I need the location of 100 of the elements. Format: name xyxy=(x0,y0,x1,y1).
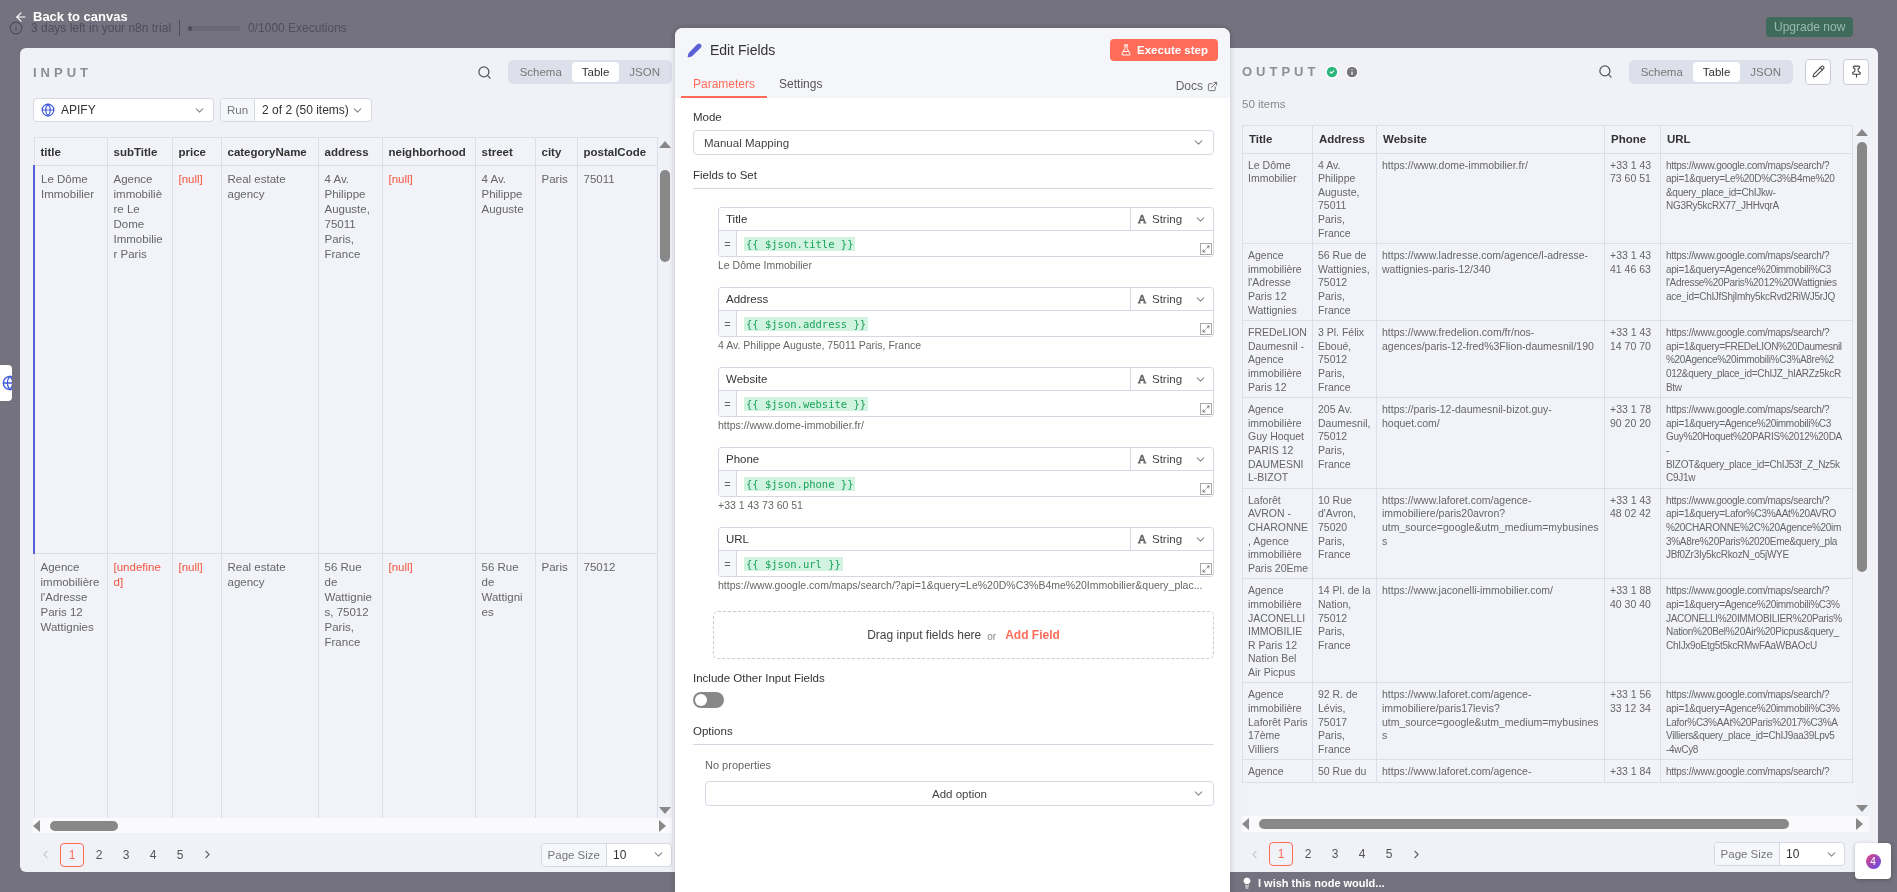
pin-button[interactable] xyxy=(1843,58,1869,85)
page-button[interactable]: 3 xyxy=(1323,842,1347,867)
table-cell: https://www.google.com/maps/search/? api=1&query=FREDeLION%20Daumesnil %20Agence%20immobili%C3%A8re%2 012&query_place_id=ChIJZ_hIARZz5kcR Btw xyxy=(1660,320,1853,398)
table-cell: Agence immobilière Le Dome Immobilier Paris xyxy=(107,165,172,554)
drop-zone[interactable]: Drag input fields here or Add Field xyxy=(713,611,1214,659)
scrollbar-thumb[interactable] xyxy=(50,820,118,831)
scroll-up-icon[interactable] xyxy=(1856,128,1868,136)
type-select[interactable]: String xyxy=(1130,288,1213,310)
font-icon xyxy=(1137,534,1147,544)
field-name-input[interactable]: Address xyxy=(719,288,1130,310)
page-button[interactable]: 4 xyxy=(1350,842,1374,867)
scroll-right-icon[interactable] xyxy=(659,819,666,832)
feedback-link[interactable]: I wish this node would... xyxy=(1258,877,1385,889)
table-cell: 75011 xyxy=(577,165,657,554)
table-cell: Agence xyxy=(1242,759,1313,783)
expand-button[interactable] xyxy=(1200,323,1212,335)
result-preview: https://www.google.com/maps/search/?api=1&query=Le%20D%C3%B4me%20Immobilier&query_plac... xyxy=(718,578,1204,592)
view-tab[interactable]: Schema xyxy=(1630,61,1693,82)
expand-button[interactable] xyxy=(1200,243,1212,255)
node-select[interactable]: APIFY xyxy=(33,98,214,123)
side-tab[interactable] xyxy=(0,365,12,401)
result-preview: +33 1 43 73 60 51 xyxy=(718,498,804,512)
scroll-right-icon[interactable] xyxy=(1856,818,1863,831)
table-cell: Agence immobilière l'Adresse Paris 12 Wattignies xyxy=(1242,243,1313,321)
type-select[interactable]: String xyxy=(1130,528,1213,550)
table-cell: +33 1 78 90 20 20 xyxy=(1604,397,1661,489)
info-icon[interactable] xyxy=(1345,64,1360,79)
table-cell: Le Dôme Immobilier xyxy=(34,165,107,554)
expand-button[interactable] xyxy=(1200,483,1212,495)
column-header: Title xyxy=(1242,125,1313,154)
table-cell: https://www.google.com/maps/search/? api=1&query=Agence%20immobili%C3% JACONELLI%20IMMOBILIER%20Paris% Nation%20Bel%20Air%20Picpus&query_ ChIJx9oEtg5t5kcRMwFAaWBAOcU xyxy=(1660,578,1853,683)
table-cell: Laforêt AVRON - CHARONNE, Agence immobilière Paris 20Eme xyxy=(1242,488,1313,579)
view-tab[interactable]: JSON xyxy=(619,62,670,82)
search-icon[interactable] xyxy=(476,64,492,80)
page-button[interactable]: 2 xyxy=(87,842,111,867)
page-button[interactable]: 2 xyxy=(1296,842,1320,867)
drop-hint: Drag input fields here xyxy=(867,628,982,642)
view-tab[interactable]: JSON xyxy=(1740,61,1791,82)
page-button[interactable]: 4 xyxy=(141,842,165,867)
table-cell: +33 1 56 33 12 34 xyxy=(1604,683,1661,760)
tab[interactable]: Settings xyxy=(767,72,835,98)
table-cell: Real estate agency xyxy=(221,165,318,554)
column-header: price xyxy=(172,137,221,166)
scrollbar-thumb[interactable] xyxy=(1857,141,1867,572)
column-header: street xyxy=(475,137,535,166)
table-cell: 205 Av. Daumesnil, 75012 Paris, France xyxy=(1312,397,1377,489)
result-preview: Le Dôme Immobilier xyxy=(718,258,813,272)
view-tab[interactable]: Table xyxy=(1692,61,1741,82)
success-icon xyxy=(1325,64,1340,79)
scroll-left-icon[interactable] xyxy=(33,819,40,832)
table-cell: +33 1 84 xyxy=(1604,759,1661,783)
back-to-canvas-link[interactable]: Back to canvas xyxy=(14,9,128,24)
mode-select[interactable]: Manual Mapping xyxy=(693,130,1214,155)
expression-prefix: = xyxy=(719,311,737,336)
include-fields-toggle[interactable] xyxy=(693,692,724,708)
field-name-input[interactable]: Title xyxy=(719,208,1130,230)
table-cell: https://www.google.com/maps/search/? api=1&query=Agence%20immobili%C3% Lafor%C3%AAt%20Paris%2017%C3%A Villiers&query_place_id=ChIJ9aa39Lpv5 -4wCy8 xyxy=(1660,683,1853,760)
table-cell: [null] xyxy=(382,165,475,554)
search-icon[interactable] xyxy=(1597,64,1613,80)
add-option-select[interactable]: Add option xyxy=(705,781,1214,806)
expand-icon xyxy=(1202,325,1210,333)
page-button[interactable]: 5 xyxy=(168,842,192,867)
type-select[interactable]: String xyxy=(1130,368,1213,390)
scrollbar-thumb[interactable] xyxy=(1259,819,1789,830)
type-select[interactable]: String xyxy=(1130,448,1213,470)
font-icon xyxy=(1137,374,1147,384)
page-size-select[interactable]: Page Size 10 xyxy=(1713,842,1845,867)
run-select[interactable]: Run 2 of 2 (50 items) xyxy=(220,98,373,123)
table-cell: https://www.google.com/maps/search/? api=1&query=Agence%20immobili%C3 l'Adresse%20Paris%2012%20Wattignies ace_id=ChIJfShjImhy5kcRvd2RiWJ5rJQ xyxy=(1660,243,1853,321)
table-cell: https://www.laforet.com/agence- xyxy=(1376,759,1605,783)
column-header: city xyxy=(535,137,577,166)
edit-button[interactable] xyxy=(1805,58,1831,85)
table-cell: 10 Rue d'Avron, 75020 Paris, France xyxy=(1312,488,1377,579)
column-header: Phone xyxy=(1604,125,1661,154)
view-tab[interactable]: Table xyxy=(571,62,620,82)
help-button[interactable]: 4 xyxy=(1855,843,1891,879)
page-button[interactable]: 5 xyxy=(1377,842,1401,867)
scroll-left-icon[interactable] xyxy=(1242,818,1249,831)
table-cell: +33 1 43 48 02 42 xyxy=(1604,488,1661,579)
field-name-input[interactable]: Website xyxy=(719,368,1130,390)
scrollbar-thumb[interactable] xyxy=(660,170,670,263)
table-cell: [null] xyxy=(172,165,221,554)
result-preview: https://www.dome-immobilier.fr/ xyxy=(718,418,865,432)
field-name-input[interactable]: Phone xyxy=(719,448,1130,470)
field-name-input[interactable]: URL xyxy=(719,528,1130,550)
table-cell: https://www.laforet.com/agence-immobiliere/paris17levis?utm_source=google&utm_medium=mybusiness xyxy=(1376,683,1605,760)
type-select[interactable]: String xyxy=(1130,208,1213,230)
page-size-select[interactable]: Page Size 10 xyxy=(540,842,672,867)
table-cell: 14 Pl. de la Nation, 75012 Paris, France xyxy=(1312,578,1377,683)
expression-prefix: = xyxy=(719,391,737,416)
info-icon xyxy=(9,21,23,35)
table-cell: Agence immobilière Laforêt Paris 17ème Villiers xyxy=(1242,683,1313,760)
table-cell: https://www.google.com/maps/search/? api=1&query=Lafor%C3%AAt%20AVRO %20CHARONNE%2C%20Agence%20im 3%A8re%20Paris%2020Eme&query_pla JBf0Zr3Iy5kcRkozN_o5jWYE xyxy=(1660,488,1853,579)
docs-link[interactable]: Docs xyxy=(1175,74,1218,98)
expand-button[interactable] xyxy=(1200,403,1212,415)
view-tab[interactable]: Schema xyxy=(509,62,572,82)
column-header: Address xyxy=(1312,125,1377,154)
expand-button[interactable] xyxy=(1200,563,1212,575)
page-button[interactable]: 3 xyxy=(114,842,138,867)
column-header: Website xyxy=(1376,125,1605,154)
